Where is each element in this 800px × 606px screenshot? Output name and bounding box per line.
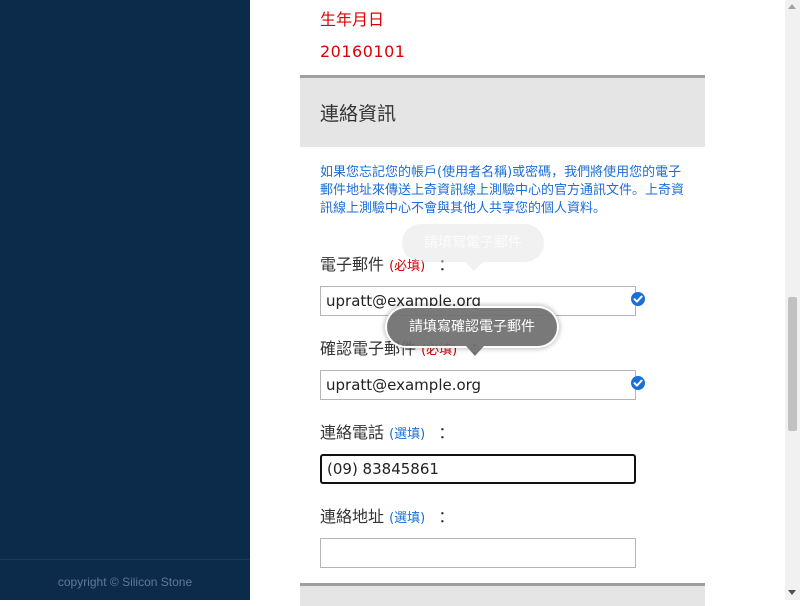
address-input[interactable] — [320, 538, 636, 568]
copyright-text: copyright © Silicon Stone — [0, 559, 250, 601]
check-circle-icon — [631, 292, 645, 306]
contact-section-header: 連絡資訊 — [300, 75, 705, 147]
email-tooltip-arrow — [465, 262, 483, 271]
confirm-email-tooltip: 請填寫確認電子郵件 — [387, 308, 557, 346]
address-optional-tag: (選填) — [389, 511, 426, 526]
scroll-down-arrow-icon[interactable] — [788, 590, 796, 595]
birth-date-value: 20160101 — [320, 42, 406, 61]
scroll-up-arrow-icon[interactable] — [788, 4, 796, 9]
scrollbar-thumb[interactable] — [788, 297, 797, 431]
address-colon: ： — [438, 507, 455, 526]
address-label-text: 連絡地址 — [320, 507, 385, 526]
main-content: 生年月日 20160101 連絡資訊 如果您忘記您的帳戶(使用者名稱)或密碼，我… — [250, 0, 785, 606]
phone-optional-tag: (選填) — [389, 427, 426, 442]
confirm-email-input[interactable] — [320, 370, 636, 400]
next-section-header — [300, 583, 705, 606]
confirm-email-tooltip-text: 請填寫確認電子郵件 — [409, 319, 535, 335]
phone-colon: ： — [438, 423, 455, 442]
birth-date-label: 生年月日 — [320, 10, 385, 29]
contact-section-title: 連絡資訊 — [320, 103, 397, 125]
sidebar: copyright © Silicon Stone — [0, 0, 250, 600]
email-label-text: 電子郵件 — [320, 255, 385, 274]
phone-label-text: 連絡電話 — [320, 423, 385, 442]
address-label: 連絡地址 (選填) ： — [320, 503, 454, 527]
email-tooltip-text: 請填寫電子郵件 — [424, 235, 522, 251]
check-circle-icon — [631, 376, 645, 390]
email-tooltip: 請填寫電子郵件 — [402, 224, 544, 262]
confirm-email-tooltip-arrow — [466, 346, 484, 356]
contact-info-text: 如果您忘記您的帳戶(使用者名稱)或密碼，我們將使用您的電子郵件地址來傳送上奇資訊… — [320, 165, 685, 216]
phone-label: 連絡電話 (選填) ： — [320, 419, 454, 443]
vertical-scrollbar[interactable] — [785, 0, 800, 600]
phone-input[interactable] — [320, 454, 636, 484]
